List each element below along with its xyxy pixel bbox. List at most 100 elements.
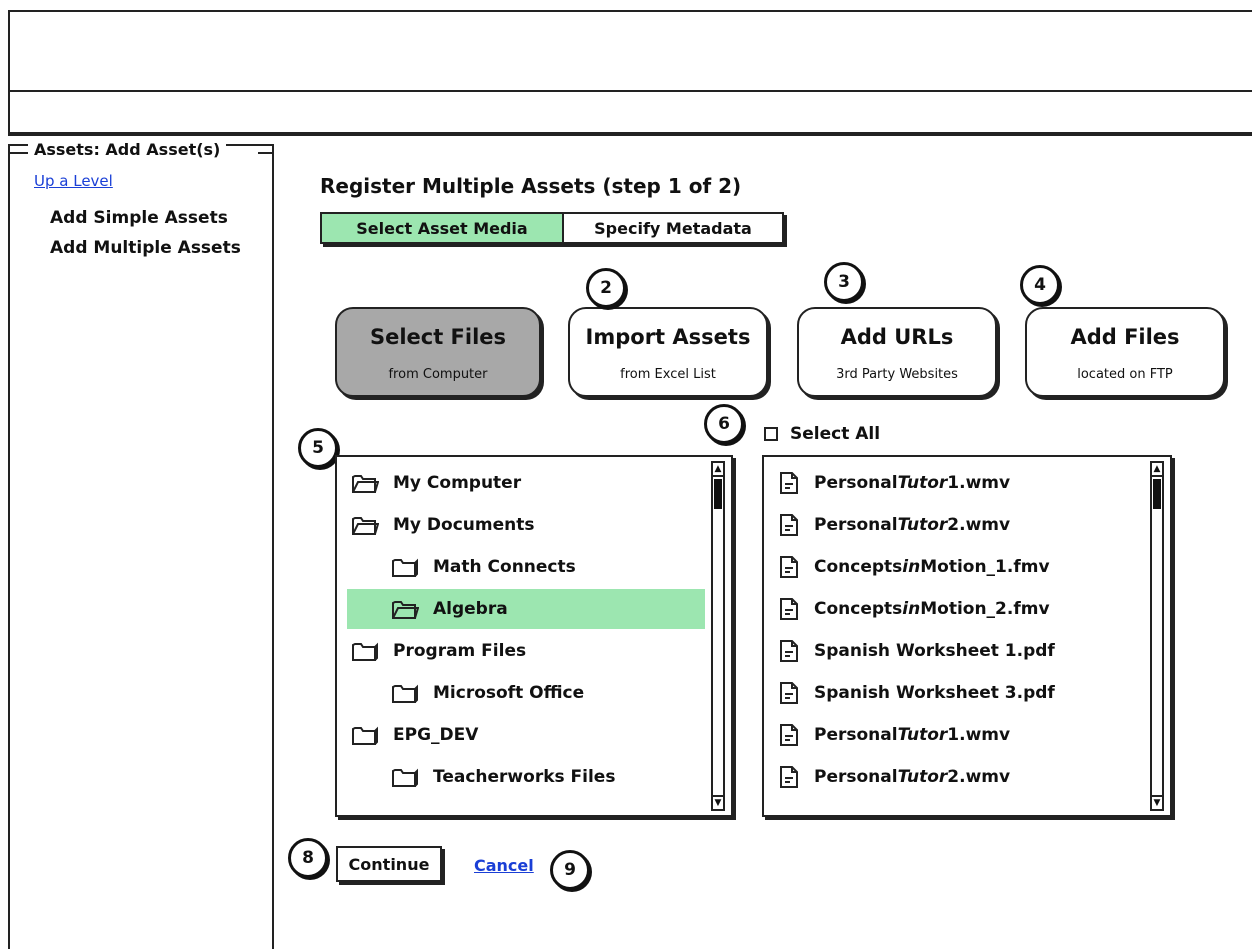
folder-item[interactable]: My Computer <box>347 463 705 503</box>
file-item[interactable]: PersonalTutor1.wmv <box>774 715 1144 755</box>
tab-select-asset-media[interactable]: Select Asset Media <box>320 212 564 244</box>
scroll-thumb[interactable] <box>1153 479 1161 509</box>
file-icon <box>778 681 800 705</box>
file-icon <box>778 639 800 663</box>
file-name-part: Motion_2.fmv <box>920 599 1050 619</box>
file-name-part: Spanish Worksheet 3.pdf <box>814 683 1055 703</box>
file-item[interactable]: ConceptsinMotion_2.fmv <box>774 589 1144 629</box>
file-name-part: 1.wmv <box>947 725 1011 745</box>
page-title: Register Multiple Assets (step 1 of 2) <box>320 174 742 198</box>
file-item[interactable]: Spanish Worksheet 1.pdf <box>774 631 1144 671</box>
file-item[interactable]: ConceptsinMotion_1.fmv <box>774 547 1144 587</box>
file-name: ConceptsinMotion_1.fmv <box>814 557 1050 577</box>
up-a-level-link[interactable]: Up a Level <box>34 172 113 190</box>
select-files-button[interactable]: Select Files from Computer <box>335 307 541 397</box>
file-name: PersonalTutor2.wmv <box>814 515 1010 535</box>
file-name-part: 1.wmv <box>947 473 1011 493</box>
file-item[interactable]: PersonalTutor2.wmv <box>774 505 1144 545</box>
import-assets-sublabel: from Excel List <box>620 367 716 382</box>
folder-icon <box>391 556 419 578</box>
import-assets-label: Import Assets <box>585 325 751 349</box>
divider <box>8 152 28 154</box>
folder-icon <box>351 640 379 662</box>
file-name-part: Tutor <box>897 725 948 745</box>
folder-item[interactable]: Math Connects <box>347 547 705 587</box>
scroll-up-icon[interactable]: ▲ <box>713 463 723 477</box>
scroll-up-icon[interactable]: ▲ <box>1152 463 1162 477</box>
file-name-part: Tutor <box>897 515 948 535</box>
folder-open-icon <box>351 472 379 494</box>
add-files-ftp-button[interactable]: Add Files located on FTP <box>1025 307 1225 397</box>
folder-label: Teacherworks Files <box>433 767 616 787</box>
callout-3: 3 <box>824 262 864 302</box>
add-simple-assets-link[interactable]: Add Simple Assets <box>50 208 228 228</box>
file-item[interactable]: PersonalTutor2.wmv <box>774 757 1144 797</box>
file-name-part: Motion_1.fmv <box>920 557 1050 577</box>
file-item[interactable]: Spanish Worksheet 3.pdf <box>774 673 1144 713</box>
left-panel-title: Assets: Add Asset(s) <box>28 140 227 159</box>
file-icon <box>778 765 800 789</box>
left-panel <box>8 144 274 949</box>
file-name: ConceptsinMotion_2.fmv <box>814 599 1050 619</box>
callout-4: 4 <box>1020 265 1060 305</box>
file-name-part: 2.wmv <box>947 515 1011 535</box>
select-all-checkbox[interactable]: Select All <box>764 424 880 444</box>
callout-8: 8 <box>288 838 328 878</box>
file-icon <box>778 555 800 579</box>
folder-label: EPG_DEV <box>393 725 479 745</box>
cancel-link[interactable]: Cancel <box>474 856 534 875</box>
add-urls-button[interactable]: Add URLs 3rd Party Websites <box>797 307 997 397</box>
select-files-sublabel: from Computer <box>388 367 488 382</box>
file-item[interactable]: PersonalTutor1.wmv <box>774 463 1144 503</box>
scroll-down-icon[interactable]: ▼ <box>713 795 723 809</box>
file-name-part: Spanish Worksheet 1.pdf <box>814 641 1055 661</box>
folder-label: Program Files <box>393 641 527 661</box>
scroll-down-icon[interactable]: ▼ <box>1152 795 1162 809</box>
add-files-label: Add Files <box>1070 325 1180 349</box>
folder-item[interactable]: My Documents <box>347 505 705 545</box>
folder-open-icon <box>351 514 379 536</box>
file-name: PersonalTutor1.wmv <box>814 725 1010 745</box>
callout-6: 6 <box>704 404 744 444</box>
tab-specify-metadata[interactable]: Specify Metadata <box>562 212 784 244</box>
file-icon <box>778 471 800 495</box>
file-name: Spanish Worksheet 3.pdf <box>814 683 1055 703</box>
folder-item[interactable]: Algebra <box>347 589 705 629</box>
folder-icon <box>391 682 419 704</box>
folder-scrollbar[interactable]: ▲ ▼ <box>711 461 725 811</box>
folder-label: Microsoft Office <box>433 683 585 703</box>
folder-item[interactable]: EPG_DEV <box>347 715 705 755</box>
file-name-part: Personal <box>814 725 898 745</box>
folder-label: Algebra <box>433 599 508 619</box>
folder-item[interactable]: Microsoft Office <box>347 673 705 713</box>
file-name-part: 2.wmv <box>947 767 1011 787</box>
add-urls-sublabel: 3rd Party Websites <box>836 367 958 382</box>
checkbox-box[interactable] <box>764 427 778 441</box>
continue-button[interactable]: Continue <box>336 846 442 882</box>
folder-icon <box>351 724 379 746</box>
folder-open-icon <box>391 598 419 620</box>
scroll-thumb[interactable] <box>714 479 722 509</box>
file-name-part: Tutor <box>897 767 948 787</box>
file-name-part: Personal <box>814 767 898 787</box>
file-name: PersonalTutor1.wmv <box>814 473 1010 493</box>
add-urls-label: Add URLs <box>840 325 954 349</box>
file-name: Spanish Worksheet 1.pdf <box>814 641 1055 661</box>
select-files-label: Select Files <box>369 325 507 349</box>
file-name-part: Concepts <box>814 557 903 577</box>
file-icon <box>778 597 800 621</box>
import-assets-button[interactable]: Import Assets from Excel List <box>568 307 768 397</box>
folder-item[interactable]: Program Files <box>347 631 705 671</box>
folder-icon <box>391 766 419 788</box>
callout-2: 2 <box>586 268 626 308</box>
add-files-sublabel: located on FTP <box>1077 367 1173 382</box>
folder-label: My Documents <box>393 515 535 535</box>
file-name: PersonalTutor2.wmv <box>814 767 1010 787</box>
file-name-part: Concepts <box>814 599 903 619</box>
file-list: ▲ ▼ PersonalTutor1.wmv PersonalTutor2.wmv… <box>762 455 1172 817</box>
add-multiple-assets-link[interactable]: Add Multiple Assets <box>50 238 241 258</box>
file-scrollbar[interactable]: ▲ ▼ <box>1150 461 1164 811</box>
folder-tree: ▲ ▼ My Computer My Documents Math Connects… <box>335 455 733 817</box>
divider <box>8 134 1252 136</box>
folder-item[interactable]: Teacherworks Files <box>347 757 705 797</box>
